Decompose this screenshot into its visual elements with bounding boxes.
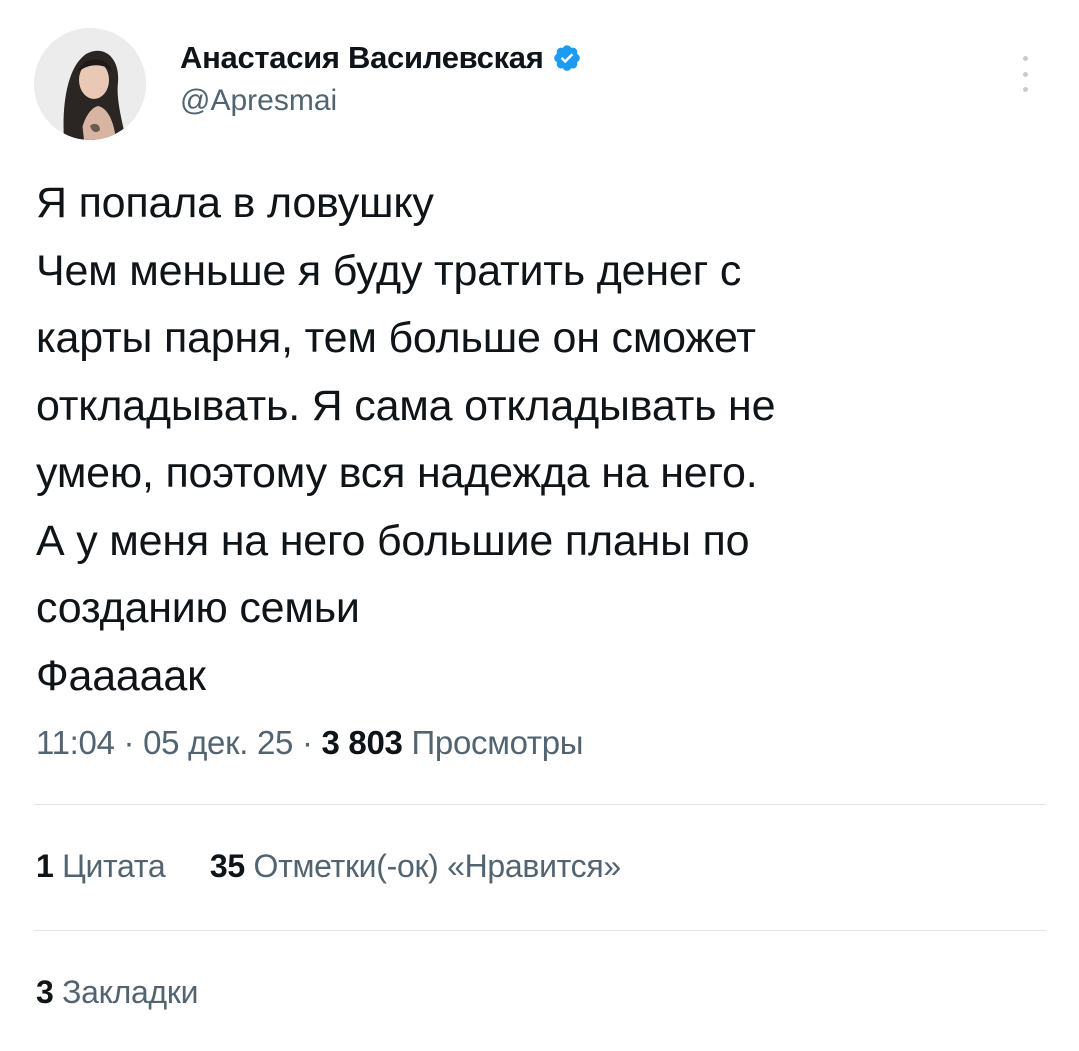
verified-badge-icon bbox=[552, 43, 582, 73]
likes-stat[interactable]: 35 Отметки(-ок) «Нравится» bbox=[210, 848, 621, 885]
author-handle[interactable]: @Apresmai bbox=[180, 84, 582, 118]
bookmarks-row: 3 Закладки bbox=[36, 974, 199, 1011]
tweet-text-line: карты парня, тем больше он сможет bbox=[36, 314, 756, 362]
tweet-time[interactable]: 11:04 bbox=[36, 724, 115, 761]
bookmarks-count: 3 bbox=[36, 974, 54, 1010]
quotes-label: Цитата bbox=[62, 848, 166, 884]
avatar[interactable] bbox=[34, 28, 146, 140]
tweet-text-line: Фааааак bbox=[36, 651, 206, 700]
more-dot bbox=[1022, 87, 1028, 92]
likes-count: 35 bbox=[209, 848, 245, 884]
views-count: 3 803 bbox=[321, 724, 403, 761]
bookmarks-label: Закладки bbox=[62, 974, 199, 1010]
more-dot bbox=[1022, 56, 1028, 61]
likes-label: Отметки(-ок) «Нравится» bbox=[253, 848, 622, 884]
tweet-text-line: А у меня на него большие планы по bbox=[36, 516, 750, 565]
tweet-text: Я попала в ловушку Чем меньше я буду тра… bbox=[36, 170, 1046, 710]
tweet-meta: 11:04 · 05 дек. 25 · 3 803 Просмотры bbox=[36, 724, 584, 762]
engagement-stats: 1 Цитата 35 Отметки(-ок) «Нравится» bbox=[36, 848, 621, 885]
author-name-row: Анастасия Василевская bbox=[180, 36, 582, 80]
tweet-date[interactable]: 05 дек. 25 bbox=[143, 724, 293, 761]
meta-separator: · bbox=[301, 724, 313, 761]
bookmarks-stat[interactable]: 3 Закладки bbox=[36, 974, 199, 1011]
meta-separator: · bbox=[123, 724, 135, 761]
more-vertical-icon[interactable] bbox=[1010, 52, 1040, 96]
avatar-image bbox=[34, 28, 146, 140]
author-block: Анастасия Василевская @Apresmai bbox=[180, 36, 582, 118]
tweet-card: Анастасия Василевская @Apresmai Я попала… bbox=[0, 0, 1079, 1051]
divider bbox=[34, 930, 1046, 931]
quotes-count: 1 bbox=[36, 848, 54, 884]
tweet-text-line: созданию семьи bbox=[36, 584, 360, 632]
more-dot bbox=[1022, 71, 1028, 77]
tweet-text-line: умею, поэтому вся надежда на него. bbox=[36, 449, 758, 497]
divider bbox=[34, 804, 1046, 805]
tweet-text-line: откладывать. Я сама откладывать не bbox=[36, 381, 776, 430]
tweet-text-line: Чем меньше я буду тратить денег с bbox=[36, 246, 742, 295]
quotes-stat[interactable]: 1 Цитата bbox=[36, 848, 166, 885]
author-display-name[interactable]: Анастасия Василевская bbox=[180, 40, 544, 76]
views-label: Просмотры bbox=[411, 724, 584, 761]
tweet-text-line: Я попала в ловушку bbox=[36, 179, 434, 227]
